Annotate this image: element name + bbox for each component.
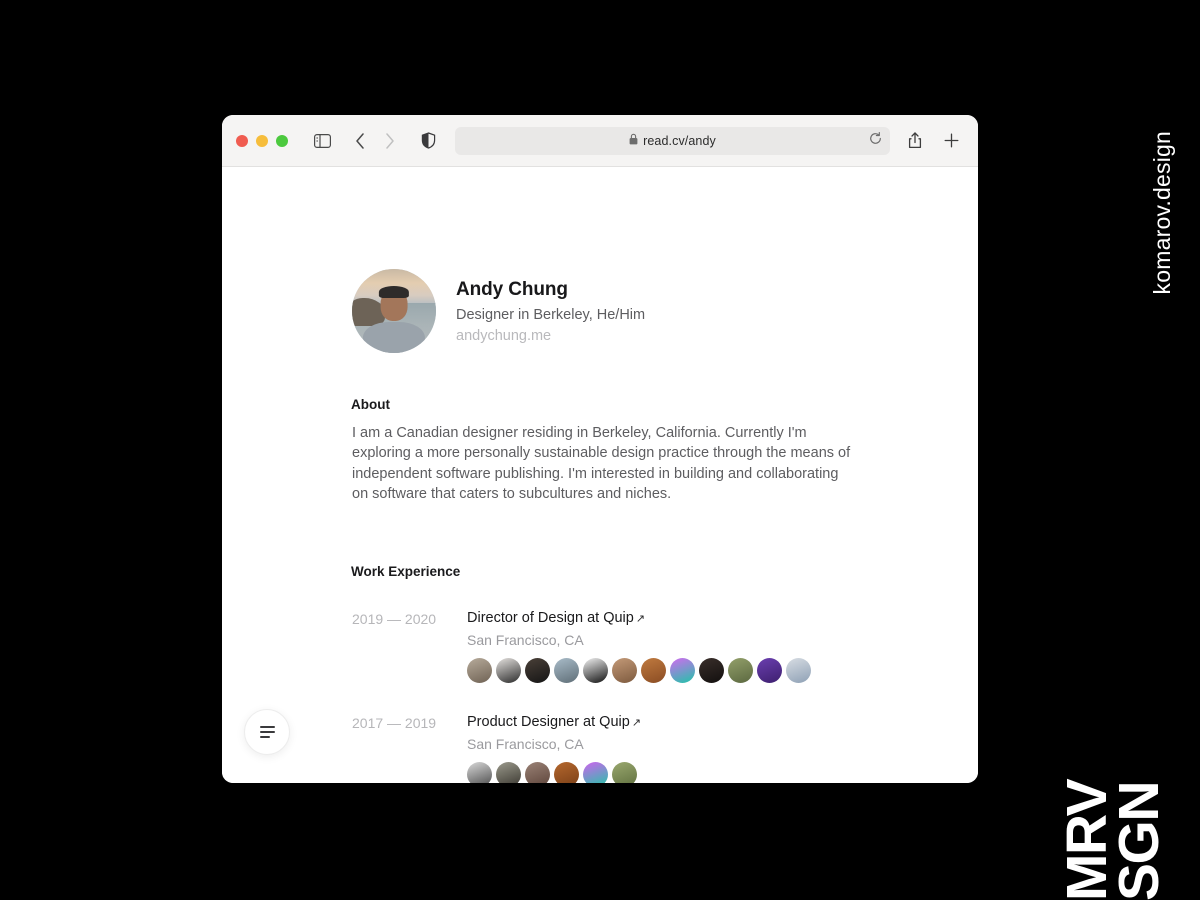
job-details: Product Designer at Quip ↗ San Francisco,… [467,714,641,783]
window-traffic-lights[interactable] [236,134,288,147]
colleague-avatar[interactable] [699,658,724,684]
colleague-avatar[interactable] [525,762,550,783]
job-title-link[interactable]: Director of Design at Quip ↗ [467,610,811,626]
close-window-button[interactable] [236,134,248,147]
reload-icon[interactable] [869,131,882,150]
colleague-avatar[interactable] [496,658,521,684]
job-location: San Francisco, CA [467,736,584,753]
job-location: San Francisco, CA [467,632,584,649]
forward-chevron-icon[interactable] [377,128,403,154]
job-entry: 2017 — 2019 Product Designer at Quip ↗ Sa… [352,714,978,783]
list-lines-icon [259,725,275,739]
colleague-avatar[interactable] [670,658,695,684]
external-link-arrow-icon: ↗ [635,613,646,626]
job-entry: 2019 — 2020 Director of Design at Quip ↗ … [352,610,978,684]
minimize-window-button[interactable] [256,134,268,147]
colleague-avatar[interactable] [641,658,666,684]
browser-window: read.cv/andy Andy Chung Designer in Berk… [222,115,978,783]
maximize-window-button[interactable] [276,134,288,147]
share-icon[interactable] [902,128,928,154]
profile-header: Andy Chung Designer in Berkeley, He/Him … [352,167,978,353]
external-link-arrow-icon: ↗ [631,717,642,730]
about-body: I am a Canadian designer residing in Ber… [352,425,851,502]
menu-list-button[interactable] [244,709,290,755]
colleague-avatar[interactable] [554,658,579,684]
brand-vertical-text: komarov.design [1149,131,1175,295]
colleague-avatar[interactable] [496,762,521,783]
new-tab-button[interactable] [938,128,964,154]
colleague-avatar[interactable] [467,762,492,783]
colleague-avatar[interactable] [554,762,579,783]
avatar-cap [378,285,410,298]
colleague-avatar[interactable] [467,658,492,684]
screenshot-stage: read.cv/andy Andy Chung Designer in Berk… [0,0,1200,900]
cv-content: Andy Chung Designer in Berkeley, He/Him … [222,167,978,783]
address-bar[interactable]: read.cv/andy [455,126,890,155]
avatar [352,269,436,353]
back-chevron-icon[interactable] [347,128,373,154]
shield-privacy-icon[interactable] [415,128,441,154]
colleague-avatar[interactable] [612,762,637,783]
colleague-avatar-row [467,762,641,783]
lock-icon [629,132,638,150]
job-details: Director of Design at Quip ↗ San Francisc… [467,610,811,684]
colleague-avatar[interactable] [728,658,753,684]
work-experience-heading: Work Experience [351,564,461,580]
colleague-avatar[interactable] [786,658,811,684]
profile-text: Andy Chung Designer in Berkeley, He/Him … [456,279,645,344]
job-years: 2017 — 2019 [352,715,437,732]
url-text: read.cv/andy [643,133,716,148]
address-bar-content: read.cv/andy [465,132,880,150]
job-years: 2019 — 2020 [352,611,437,628]
job-title-link[interactable]: Product Designer at Quip ↗ [467,714,641,730]
brand-logo-line1: KMRV [1055,780,1120,900]
colleague-avatar[interactable] [583,658,608,684]
colleague-avatar[interactable] [612,658,637,684]
profile-website-link[interactable]: andychung.me [456,328,645,344]
avatar-hoodie [362,322,426,353]
brand-logo: KMRV DSGN [1055,780,1172,900]
page-content: Andy Chung Designer in Berkeley, He/Him … [222,167,978,783]
brand-logo-line2: DSGN [1107,782,1172,900]
page-title: Andy Chung [456,278,568,300]
colleague-avatar[interactable] [757,658,782,684]
browser-toolbar: read.cv/andy [222,115,978,167]
sidebar-toggle-icon[interactable] [309,128,335,154]
colleague-avatar-row [467,658,811,684]
colleague-avatar[interactable] [525,658,550,684]
job-title-text: Product Designer at Quip [467,714,630,731]
colleague-avatar[interactable] [583,762,608,783]
profile-role: Designer in Berkeley, He/Him [456,306,646,323]
job-title-text: Director of Design at Quip [467,610,634,627]
about-heading: About [351,397,390,412]
